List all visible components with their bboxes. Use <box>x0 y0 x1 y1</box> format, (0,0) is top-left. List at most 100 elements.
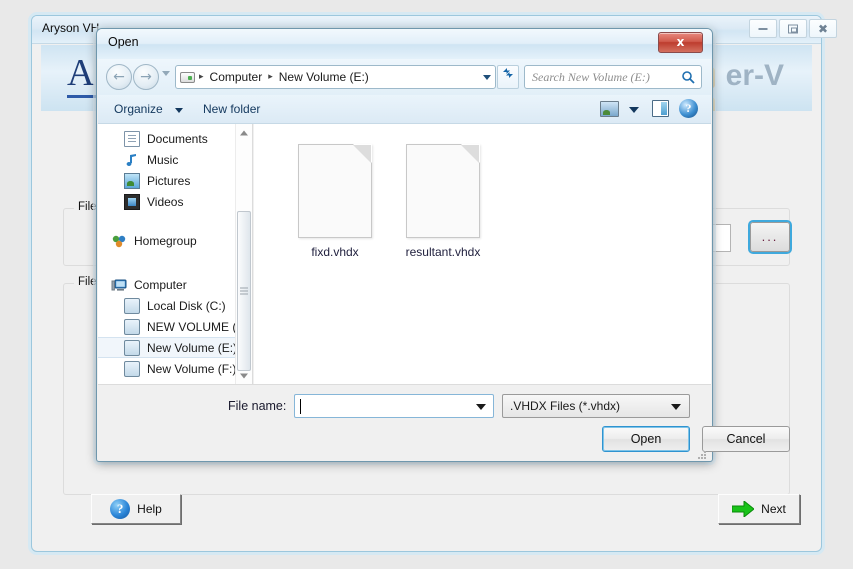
forward-button[interactable]: → <box>133 64 159 90</box>
banner-product-title: er-V <box>725 59 784 92</box>
chevron-down-icon[interactable] <box>483 74 491 80</box>
file-item[interactable]: resultant.vhdx <box>384 144 502 259</box>
arrow-left-icon: ← <box>113 69 125 85</box>
generic-file-icon <box>298 144 372 238</box>
close-button[interactable]: ✖ <box>809 19 837 38</box>
recent-pages-chevron-icon[interactable] <box>162 71 170 76</box>
navigation-pane[interactable]: Documents Music Pictures Videos Homegrou… <box>98 124 253 384</box>
nav-item-label: New Volume (E:) <box>147 340 238 355</box>
document-icon <box>124 130 140 147</box>
view-mode-icon[interactable] <box>600 101 619 117</box>
nav-item-label: Videos <box>147 194 184 209</box>
chevron-down-icon <box>240 373 248 378</box>
app-footer: ? Help Next <box>41 485 812 542</box>
breadcrumb-computer[interactable]: Computer <box>210 70 263 84</box>
file-name-input[interactable] <box>294 394 494 418</box>
chevron-down-icon[interactable] <box>629 107 639 113</box>
refresh-button[interactable] <box>497 65 519 89</box>
file-name-label: fixd.vhdx <box>311 245 359 259</box>
nav-item-homegroup[interactable]: Homegroup <box>98 230 252 251</box>
next-button[interactable]: Next <box>718 494 800 524</box>
open-file-dialog: Open x ← → ▸ Computer ▸ New Volume (E:) … <box>96 28 790 462</box>
drive-icon <box>124 297 140 314</box>
minimize-button[interactable] <box>749 19 777 38</box>
maximize-icon <box>788 24 798 33</box>
refresh-icon <box>503 68 513 78</box>
drive-icon <box>124 360 140 377</box>
maximize-button[interactable] <box>779 19 807 38</box>
breadcrumb-new-volume-e[interactable]: New Volume (E:) <box>279 70 369 84</box>
browse-button[interactable]: ... <box>750 222 790 252</box>
file-type-filter-value: .VHDX Files (*.vhdx) <box>510 399 621 413</box>
minimize-icon <box>758 27 768 30</box>
breadcrumb-separator-icon: ▸ <box>199 72 204 82</box>
pictures-icon <box>124 172 140 189</box>
file-item[interactable]: fixd.vhdx <box>276 144 394 259</box>
chevron-up-icon <box>240 130 248 135</box>
nav-item-label: Documents <box>147 131 208 146</box>
nav-item-label: New Volume (F:) <box>147 361 237 376</box>
music-icon <box>124 152 140 168</box>
dialog-titlebar: Open x <box>97 29 712 59</box>
nav-item-new-volume-d[interactable]: NEW VOLUME (D <box>98 316 252 337</box>
generic-file-icon <box>406 144 480 238</box>
nav-item-label: Local Disk (C:) <box>147 298 226 313</box>
help-button[interactable]: ? Help <box>91 494 181 524</box>
cancel-button[interactable]: Cancel <box>702 426 790 452</box>
file-name-label: resultant.vhdx <box>405 245 481 259</box>
chevron-down-icon[interactable] <box>476 404 486 410</box>
nav-item-documents[interactable]: Documents <box>98 128 252 149</box>
search-placeholder: Search New Volume (E:) <box>532 70 650 84</box>
resize-grip[interactable] <box>697 447 707 459</box>
nav-item-music[interactable]: Music <box>98 149 252 170</box>
organize-menu[interactable]: Organize <box>114 102 163 116</box>
arrow-right-icon <box>732 501 755 517</box>
help-icon[interactable]: ? <box>679 99 698 118</box>
drive-icon <box>180 71 195 83</box>
navigation-pane-scrollbar[interactable] <box>235 124 252 384</box>
close-icon: ✖ <box>817 21 829 36</box>
nav-item-local-disk-c[interactable]: Local Disk (C:) <box>98 295 252 316</box>
nav-item-pictures[interactable]: Pictures <box>98 170 252 191</box>
chevron-down-icon[interactable] <box>175 108 183 113</box>
nav-item-videos[interactable]: Videos <box>98 191 252 212</box>
nav-item-new-volume-e[interactable]: New Volume (E:) <box>98 337 252 358</box>
search-icon <box>681 70 695 84</box>
app-window-title: Aryson VH <box>42 21 100 35</box>
breadcrumb-separator-icon: ▸ <box>268 72 273 82</box>
scrollbar-thumb[interactable] <box>237 211 251 371</box>
address-bar[interactable]: ▸ Computer ▸ New Volume (E:) <box>175 65 496 89</box>
nav-item-label: Music <box>147 152 179 167</box>
help-button-label: Help <box>137 502 162 516</box>
computer-icon <box>111 277 127 293</box>
scroll-up-button[interactable] <box>236 124 252 141</box>
nav-item-label: Pictures <box>147 173 191 188</box>
help-icon: ? <box>110 499 131 519</box>
nav-item-label: Homegroup <box>134 233 197 248</box>
scroll-down-button[interactable] <box>236 367 252 384</box>
file-name-label: File name: <box>228 399 287 413</box>
dialog-navigation-bar: ← → ▸ Computer ▸ New Volume (E:) Search … <box>98 59 711 95</box>
nav-item-new-volume-f[interactable]: New Volume (F:) <box>98 358 252 379</box>
videos-icon <box>124 193 140 210</box>
nav-item-computer[interactable]: Computer <box>98 274 252 295</box>
preview-pane-icon[interactable] <box>652 100 669 117</box>
back-button[interactable]: ← <box>106 64 132 90</box>
file-list-pane[interactable]: fixd.vhdx resultant.vhdx <box>254 124 711 384</box>
nav-item-label: Computer <box>134 277 187 292</box>
open-button[interactable]: Open <box>602 426 690 452</box>
drive-icon <box>124 339 140 356</box>
dialog-title: Open <box>108 35 139 49</box>
chevron-down-icon <box>671 404 681 410</box>
drive-icon <box>124 318 140 335</box>
dialog-command-bar: Organize New folder ? <box>98 95 711 124</box>
search-input[interactable]: Search New Volume (E:) <box>524 65 702 89</box>
arrow-right-icon: → <box>140 69 152 85</box>
homegroup-icon <box>111 233 127 249</box>
next-button-label: Next <box>761 502 786 516</box>
text-cursor <box>300 399 301 414</box>
dialog-footer: File name: .VHDX Files (*.vhdx) Open Can… <box>98 384 790 460</box>
file-type-filter-select[interactable]: .VHDX Files (*.vhdx) <box>502 394 690 418</box>
dialog-close-button[interactable]: x <box>658 32 703 53</box>
new-folder-button[interactable]: New folder <box>203 102 260 116</box>
